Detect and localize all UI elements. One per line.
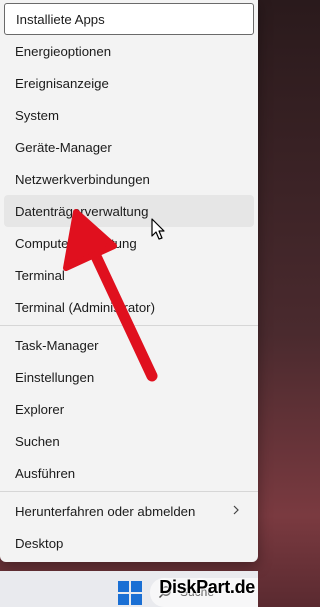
- context-menu: Installiete Apps Energieoptionen Ereigni…: [0, 0, 258, 562]
- menu-item-label: Geräte-Manager: [15, 139, 112, 155]
- menu-item-terminal-admin[interactable]: Terminal (Administrator): [4, 291, 254, 323]
- menu-item-label: Einstellungen: [15, 369, 95, 385]
- menu-item-network-connections[interactable]: Netzwerkverbindungen: [4, 163, 254, 195]
- menu-item-label: Explorer: [15, 401, 65, 417]
- menu-item-computer-management[interactable]: Computerverwaltung: [4, 227, 254, 259]
- menu-separator: [0, 491, 258, 492]
- menu-item-label: Installiete Apps: [16, 11, 105, 27]
- menu-item-search[interactable]: Suchen: [4, 425, 254, 457]
- menu-item-label: Terminal (Administrator): [15, 299, 155, 315]
- menu-item-power-options[interactable]: Energieoptionen: [4, 35, 254, 67]
- menu-separator: [0, 325, 258, 326]
- menu-item-device-manager[interactable]: Geräte-Manager: [4, 131, 254, 163]
- mouse-cursor-icon: [151, 218, 165, 240]
- menu-item-settings[interactable]: Einstellungen: [4, 361, 254, 393]
- menu-item-label: Ereignisanzeige: [15, 75, 109, 91]
- menu-item-task-manager[interactable]: Task-Manager: [4, 329, 254, 361]
- menu-item-label: Desktop: [15, 535, 64, 551]
- chevron-right-icon: [233, 505, 239, 515]
- menu-item-label: System: [15, 107, 59, 123]
- menu-item-event-viewer[interactable]: Ereignisanzeige: [4, 67, 254, 99]
- menu-item-shutdown-signout[interactable]: Herunterfahren oder abmelden: [4, 495, 254, 527]
- menu-item-run[interactable]: Ausführen: [4, 457, 254, 489]
- menu-item-terminal[interactable]: Terminal: [4, 259, 254, 291]
- menu-item-installed-apps[interactable]: Installiete Apps: [4, 3, 254, 35]
- menu-item-label: Energieoptionen: [15, 43, 112, 59]
- menu-item-label: Computerverwaltung: [15, 235, 137, 251]
- menu-item-desktop[interactable]: Desktop: [4, 527, 254, 559]
- menu-item-label: Datenträgerverwaltung: [15, 203, 149, 219]
- menu-item-system[interactable]: System: [4, 99, 254, 131]
- menu-item-label: Ausführen: [15, 465, 76, 481]
- menu-item-explorer[interactable]: Explorer: [4, 393, 254, 425]
- menu-item-label: Suchen: [15, 433, 60, 449]
- menu-item-label: Herunterfahren oder abmelden: [15, 503, 196, 519]
- site-watermark: DiskPart.de: [159, 577, 255, 597]
- menu-item-label: Netzwerkverbindungen: [15, 171, 150, 187]
- windows-start-icon[interactable]: [118, 581, 142, 605]
- menu-item-disk-management[interactable]: Datenträgerverwaltung: [4, 195, 254, 227]
- menu-item-label: Task-Manager: [15, 337, 99, 353]
- menu-item-label: Terminal: [15, 267, 65, 283]
